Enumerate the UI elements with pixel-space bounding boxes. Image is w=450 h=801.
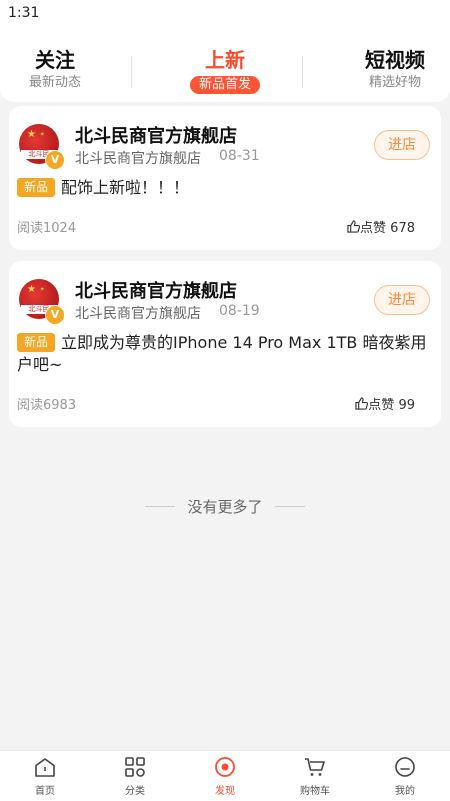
new-badge: 新品 <box>17 333 56 352</box>
enter-store-button[interactable]: 进店 <box>374 130 430 160</box>
verified-icon: V <box>45 305 65 325</box>
category-icon <box>125 757 145 777</box>
thumbs-up-icon <box>355 397 369 410</box>
like-label: 点赞 <box>368 398 395 413</box>
tab-title: 上新 <box>205 48 245 72</box>
new-badge: 新品 <box>17 178 56 197</box>
enter-store-button[interactable]: 进店 <box>374 285 430 315</box>
nav-label: 购物车 <box>300 786 330 797</box>
tab-follow[interactable]: 关注 最新动态 <box>0 48 110 91</box>
no-more-text: 没有更多了 <box>187 498 263 516</box>
thumbs-up-icon <box>347 220 361 233</box>
post-text[interactable]: 新品 立即成为尊贵的IPhone 14 Pro Max 1TB 暗夜紫用户吧~ <box>17 332 429 376</box>
post-text[interactable]: 新品 配饰上新啦！！！ <box>17 177 429 199</box>
like-button[interactable]: 点赞 678 <box>347 217 415 236</box>
status-bar: 1:31 <box>0 0 450 28</box>
divider-line <box>145 506 176 507</box>
post-card[interactable]: ★ ⋆ 北斗民 V 北斗民商官方旗舰店 北斗民商官方旗舰店 08-31 进店 新… <box>9 106 441 250</box>
like-count: 678 <box>390 221 415 236</box>
nav-category[interactable]: 分类 <box>90 755 180 797</box>
tab-short-video[interactable]: 短视频 精选好物 <box>340 48 450 91</box>
no-more-indicator: 没有更多了 <box>0 496 450 517</box>
nav-label: 分类 <box>125 786 145 797</box>
tab-divider <box>302 56 303 88</box>
top-tabs: 关注 最新动态 上新 新品首发 短视频 精选好物 <box>0 28 450 102</box>
verified-icon: V <box>45 150 65 170</box>
tab-subtitle: 新品首发 <box>189 76 260 94</box>
nav-label: 发现 <box>215 786 235 797</box>
post-date: 08-31 <box>219 148 260 164</box>
tab-subtitle: 精选好物 <box>368 75 421 90</box>
nav-profile[interactable]: 我的 <box>360 755 450 797</box>
post-content: 立即成为尊贵的IPhone 14 Pro Max 1TB 暗夜紫用户吧~ <box>17 333 427 374</box>
store-avatar[interactable]: ★ ⋆ 北斗民 V <box>19 124 65 170</box>
nav-label: 首页 <box>35 786 55 797</box>
store-avatar[interactable]: ★ ⋆ 北斗民 V <box>19 279 65 325</box>
star-icon: ★ ⋆ <box>27 284 46 295</box>
divider-line <box>274 506 305 507</box>
nav-cart[interactable]: 购物车 <box>270 755 360 797</box>
discover-icon <box>215 757 235 777</box>
store-name[interactable]: 北斗民商官方旗舰店 <box>75 277 237 303</box>
star-icon: ★ ⋆ <box>27 129 46 140</box>
nav-discover[interactable]: 发现 <box>180 755 270 797</box>
cart-icon <box>305 758 325 776</box>
read-count: 阅读1024 <box>17 221 77 236</box>
tab-new-arrivals[interactable]: 上新 新品首发 <box>170 48 280 94</box>
home-icon <box>35 758 55 777</box>
tab-subtitle: 最新动态 <box>28 75 81 90</box>
store-name[interactable]: 北斗民商官方旗舰店 <box>75 122 237 148</box>
post-card[interactable]: ★ ⋆ 北斗民 V 北斗民商官方旗舰店 北斗民商官方旗舰店 08-19 进店 新… <box>9 261 441 427</box>
status-time: 1:31 <box>8 5 40 21</box>
nav-label: 我的 <box>395 786 415 797</box>
bottom-navigation: 首页 分类 发现 购物车 我的 <box>0 750 450 801</box>
post-date: 08-19 <box>219 303 260 319</box>
like-count: 99 <box>398 398 415 413</box>
post-content: 配饰上新啦！！！ <box>61 178 190 197</box>
store-subtitle: 北斗民商官方旗舰店 <box>75 151 201 167</box>
read-count: 阅读6983 <box>17 398 77 413</box>
like-label: 点赞 <box>360 221 387 236</box>
like-button[interactable]: 点赞 99 <box>355 394 415 413</box>
store-subtitle: 北斗民商官方旗舰店 <box>75 306 201 322</box>
profile-icon <box>395 757 415 777</box>
tab-divider <box>131 56 132 88</box>
tab-title: 关注 <box>35 48 75 72</box>
nav-home[interactable]: 首页 <box>0 755 90 797</box>
tab-title: 短视频 <box>365 48 425 72</box>
